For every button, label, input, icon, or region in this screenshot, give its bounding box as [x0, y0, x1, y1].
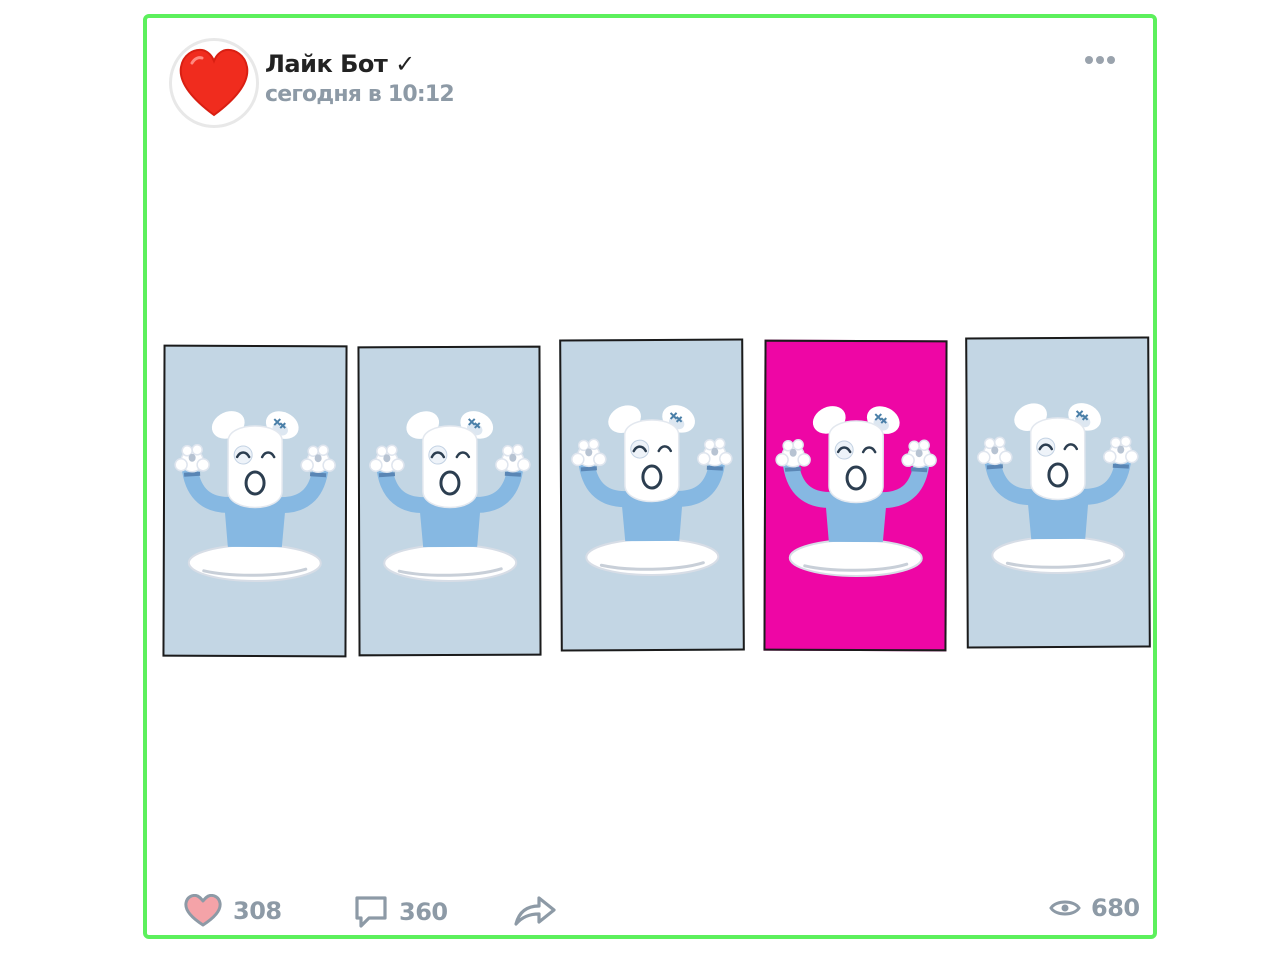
meditating-character-illustration: [571, 405, 733, 577]
comment-icon: [355, 896, 387, 928]
gallery-frame-1[interactable]: [162, 344, 348, 658]
image-gallery: [147, 18, 1153, 935]
gallery-frame-4-selected[interactable]: [763, 339, 948, 652]
comment-count: 360: [399, 898, 448, 926]
more-dot: [1096, 56, 1104, 64]
heart-logo-icon: [179, 48, 249, 117]
gallery-frame-2[interactable]: [357, 345, 542, 657]
author-name[interactable]: Лайк Бот ✓: [265, 50, 415, 78]
post-timestamp[interactable]: сегодня в 10:12: [265, 82, 455, 107]
views-indicator: 680: [1049, 894, 1140, 922]
gallery-frame-3[interactable]: [559, 338, 745, 652]
like-count: 308: [233, 897, 282, 925]
avatar[interactable]: [169, 38, 259, 128]
comment-button[interactable]: 360: [353, 894, 448, 930]
more-options-icon[interactable]: [1085, 56, 1115, 64]
share-button[interactable]: [513, 894, 557, 928]
meditating-character-illustration: [774, 405, 937, 577]
meditating-character-illustration: [174, 411, 336, 583]
more-dot: [1107, 56, 1115, 64]
meditating-character-illustration: [368, 411, 531, 583]
share-icon: [514, 896, 556, 926]
meditating-character-illustration: [977, 402, 1139, 574]
more-dot: [1085, 56, 1093, 64]
like-button[interactable]: 308: [183, 894, 282, 928]
eye-icon: [1049, 900, 1081, 916]
gallery-frame-5[interactable]: [965, 336, 1151, 649]
views-count: 680: [1091, 894, 1140, 922]
heart-icon: [184, 894, 222, 927]
post-card: Лайк Бот ✓ сегодня в 10:12 308 360 680: [143, 14, 1157, 939]
